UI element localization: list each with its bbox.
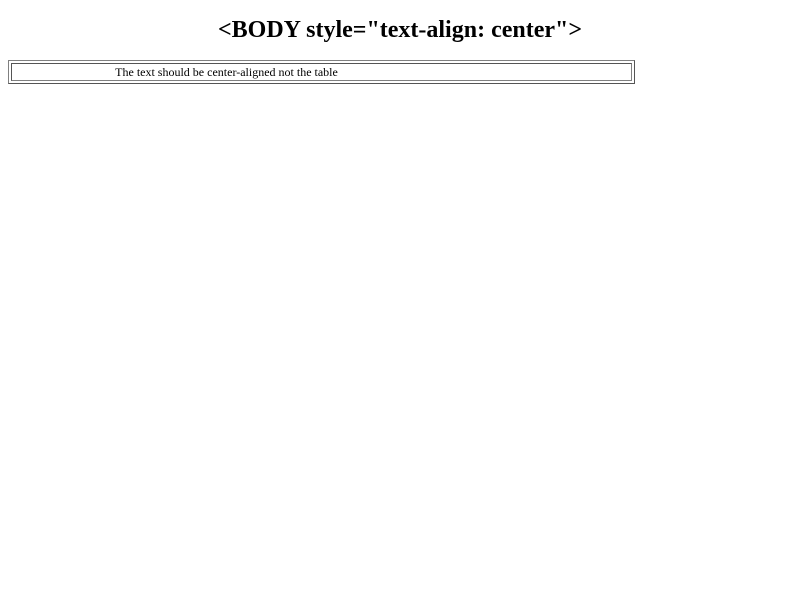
test-table: The text should be center-aligned not th… [8, 60, 635, 84]
page-heading: <BODY style="text-align: center"> [217, 17, 583, 43]
table-cell: The text should be center-aligned not th… [11, 63, 632, 81]
